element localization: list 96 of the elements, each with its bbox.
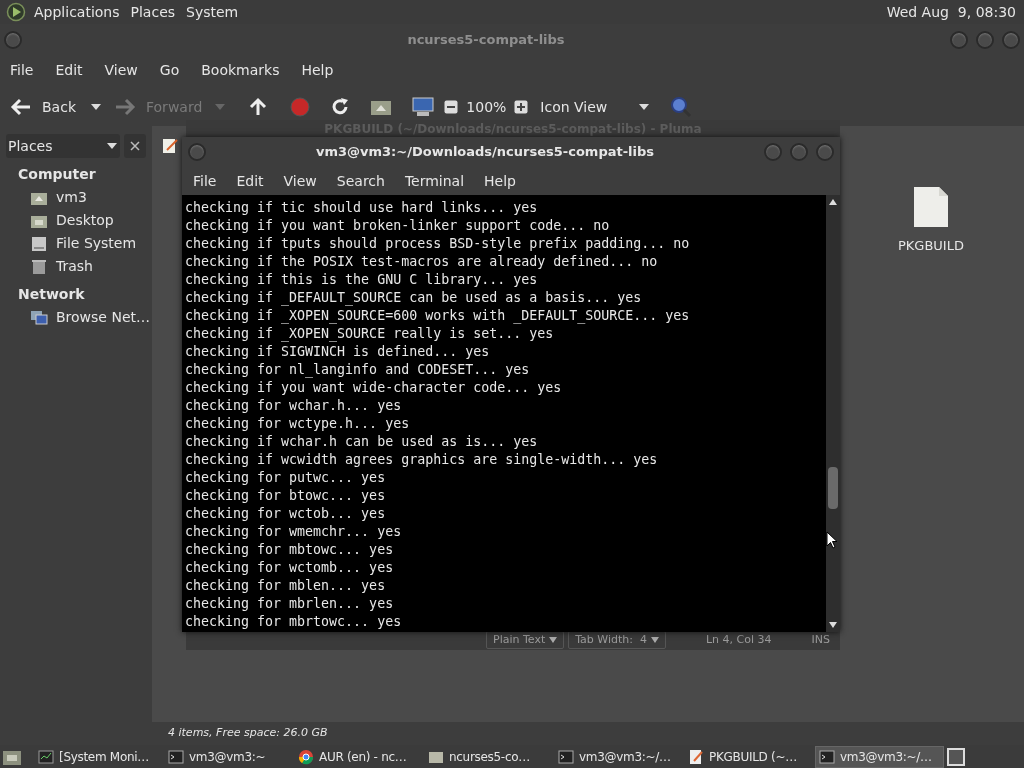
caret-icon [549,637,558,643]
terminal-line: checking if tputs should process BSD-style prefix padding... no [185,235,690,253]
drive-icon [30,235,48,252]
up-arrow-icon[interactable] [248,97,269,117]
workspace-switcher[interactable] [947,747,965,766]
sidebar-item[interactable]: vm3 [6,186,146,209]
panel-menu[interactable]: System [186,1,239,23]
terminal-line: checking if this is the GNU C library... yes [185,271,538,289]
file-name[interactable]: PKGBUILD [898,236,964,256]
terminal-line: checking if _XOPEN_SOURCE=600 works with _DEFAULT_SOURCE... yes [185,307,690,325]
taskbar-item[interactable]: vm3@vm3:~/… [555,745,684,768]
taskbar-item[interactable]: ncurses5-co… [425,745,554,768]
places-dropdown[interactable]: Places [6,134,120,158]
sidebar-item[interactable]: Trash [6,255,146,278]
taskbar-item[interactable]: vm3@vm3:~/… [815,745,944,768]
menu-item[interactable]: Edit [236,170,264,192]
scrollbar-thumb[interactable] [828,467,838,509]
scroll-up-icon[interactable] [829,199,837,205]
terminal-line: checking for wctype.h... yes [185,415,410,433]
terminal-line: checking for wchar.h... yes [185,397,402,415]
window-title: vm3@vm3:~/Downloads/ncurses5-compat-libs [314,143,656,162]
sidebar-heading: Computer [17,165,97,184]
taskbar-item[interactable]: PKGBUILD (~… [685,745,814,768]
cursor-position: Ln 4, Col 34 [706,631,772,648]
menu-item[interactable]: Terminal [404,170,465,192]
terminal-line: checking for mbrtowc... yes [185,613,402,631]
window-title: ncurses5-compat-libs [406,31,566,50]
terminal-line: checking if wcwidth agrees graphics are single-width... yes [185,451,658,469]
back-button[interactable]: Back [42,96,76,118]
back-arrow-icon[interactable] [10,98,32,116]
sidebar-item[interactable]: Desktop [6,209,146,232]
view-dropdown[interactable]: Icon View [540,96,651,118]
network-icon [30,309,48,326]
logo-icon[interactable] [6,2,26,22]
terminal-line: checking if tic should use hard links... yes [185,199,538,217]
terminal-line: checking for putwc... yes [185,469,386,487]
insert-mode: INS [811,631,830,648]
terminal-line: checking if _XOPEN_SOURCE really is set... yes [185,325,554,343]
menu-item[interactable]: Help [484,170,516,192]
terminal-line: checking if _DEFAULT_SOURCE can be used as a basis... yes [185,289,642,307]
browser-icon [298,748,314,765]
menu-item[interactable]: Help [301,59,334,81]
menu-item[interactable]: View [104,59,138,81]
terminal-line: checking if wchar.h can be used as is... yes [185,433,538,451]
close-button[interactable] [124,134,146,158]
clock[interactable]: Wed Aug 9, 08:30 [886,1,1016,23]
terminal-line: checking if the POSIX test-macros are already defined... no [185,253,658,271]
taskbar-item[interactable]: vm3@vm3:~ [165,745,294,768]
terminal-line: checking for mblen... yes [185,577,386,595]
zoom-level: 100% [466,97,507,117]
terminal-line: checking if SIGWINCH is defined... yes [185,343,490,361]
taskbar-item[interactable]: AUR (en) - nc… [295,745,424,768]
terminal-line: checking for wctomb... yes [185,559,394,577]
status-text: 4 items, Free space: 26.0 GB [168,725,328,742]
notepad-icon [688,748,704,765]
terminal-line: checking for mbrlen... yes [185,595,394,613]
menu-item[interactable]: View [283,170,317,192]
menu-item[interactable]: Search [336,170,385,192]
panel-menu[interactable]: Places [130,1,176,23]
menu-item[interactable]: File [193,170,217,192]
scrollbar[interactable] [826,195,840,632]
close-icon [130,141,140,151]
scroll-down-icon[interactable] [829,622,837,628]
computer-icon[interactable] [412,97,435,117]
reload-icon[interactable] [330,97,351,117]
sidebar-heading: Network [17,285,86,304]
menu-item[interactable]: Go [159,59,180,81]
terminal-line: checking if you want broken-linker support code... no [185,217,610,235]
taskbar-item[interactable]: [System Moni… [35,745,164,768]
monitor-icon [38,748,54,765]
home-folder-icon[interactable] [370,98,393,116]
terminal-line: checking if you want wide-character code... yes [185,379,562,397]
caret-icon[interactable] [90,103,102,111]
caret-icon [106,142,118,150]
menu-item[interactable]: Edit [55,59,83,81]
sidebar-item[interactable]: File System [6,232,146,255]
notepad-icon [162,138,178,154]
terminal-line: checking for wmemchr... yes [185,523,402,541]
terminal-icon [558,748,574,765]
terminal-line: checking for nl_langinfo and CODESET... yes [185,361,530,379]
trash-icon [30,258,48,275]
terminal-line: checking for mbtowc... yes [185,541,394,559]
zoom-in-icon[interactable] [514,100,529,114]
menu-item[interactable]: File [10,59,34,81]
terminal-line: checking for btowc... yes [185,487,386,505]
zoom-out-icon[interactable] [444,100,459,114]
terminal-icon [168,748,184,765]
file-icon[interactable] [913,186,949,228]
caret-icon [638,103,651,111]
search-icon[interactable] [670,96,693,118]
caret-icon [651,637,659,643]
terminal-line: checking for wctob... yes [185,505,386,523]
panel-menu[interactable]: Applications [34,1,120,23]
forward-arrow-icon[interactable] [114,98,136,116]
terminal-icon [819,748,835,765]
menu-item[interactable]: Bookmarks [201,59,280,81]
